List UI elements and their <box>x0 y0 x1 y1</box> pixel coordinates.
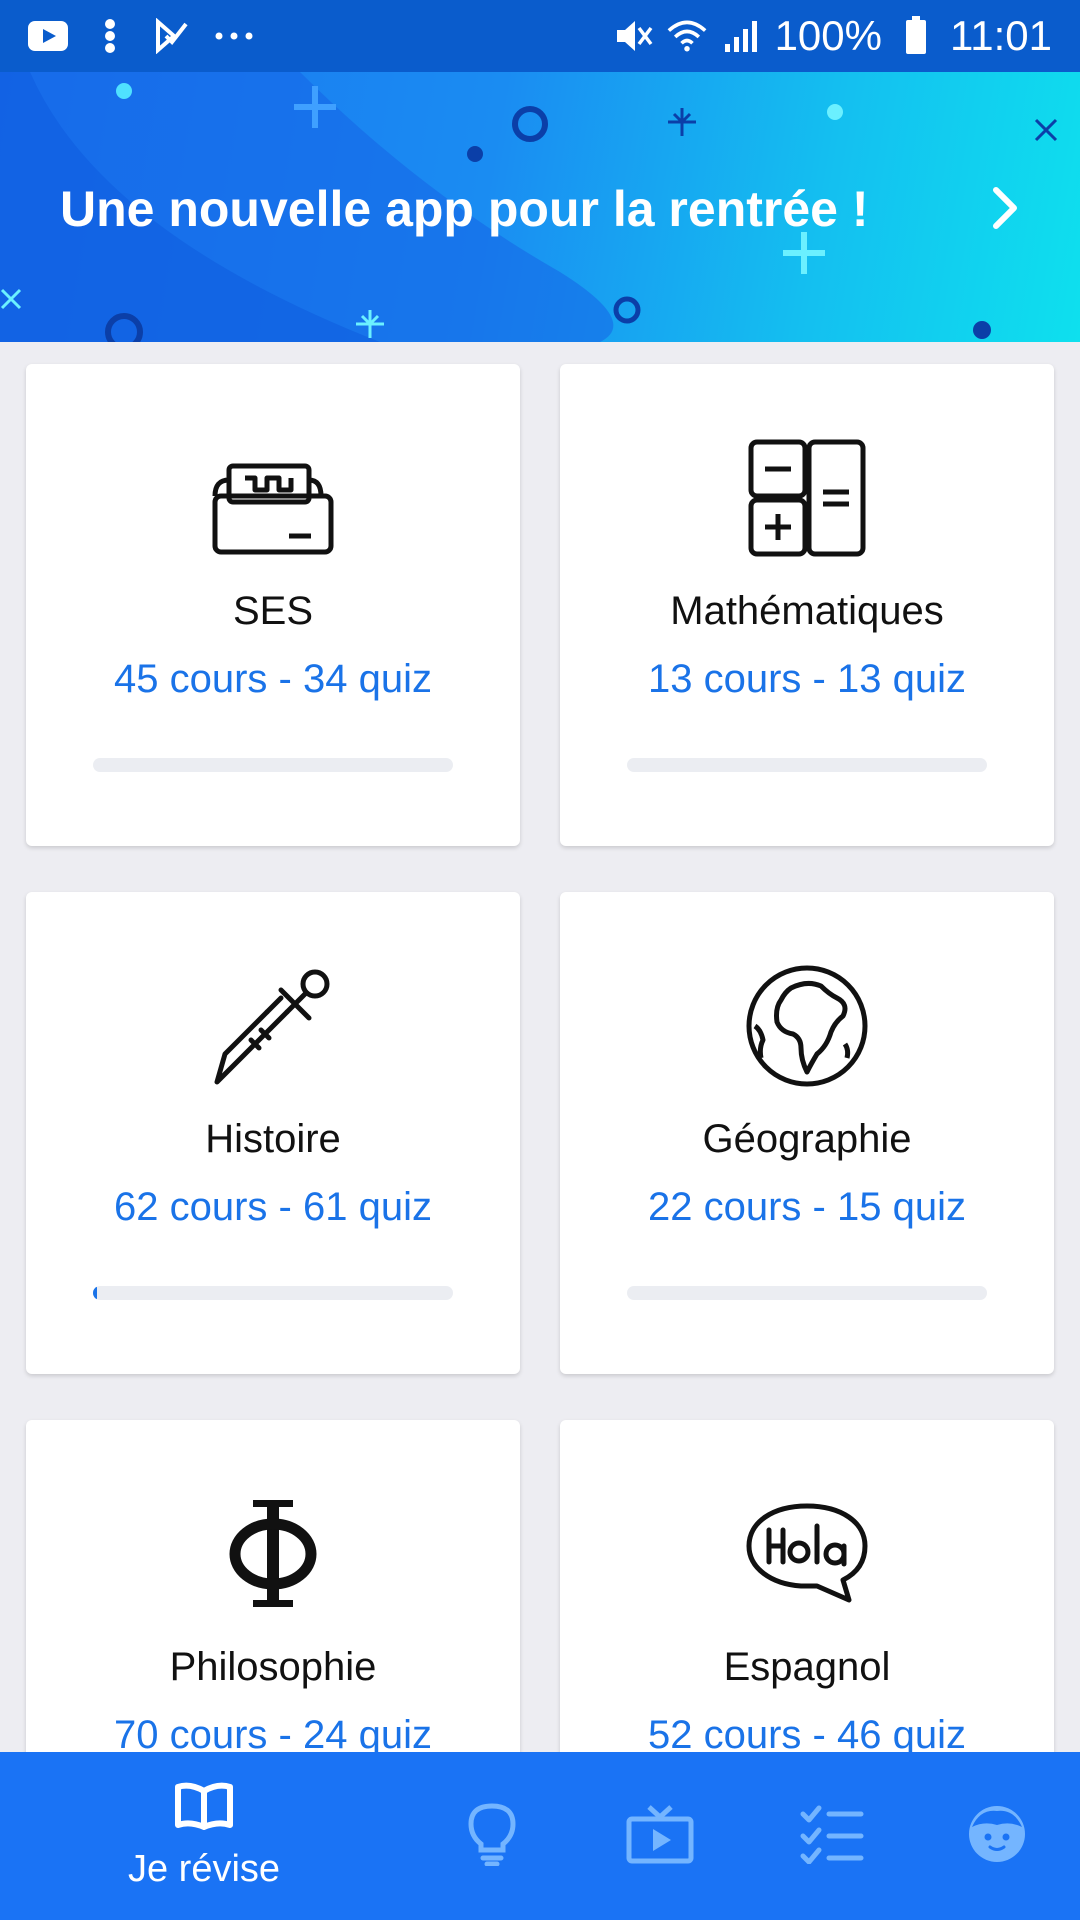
nav-item-profile[interactable] <box>950 1752 1044 1920</box>
battery-icon <box>896 16 936 56</box>
video-icon <box>625 1803 695 1870</box>
youtube-icon <box>28 16 68 56</box>
subject-stats: 62 cours - 61 quiz <box>114 1185 432 1229</box>
task-check-icon <box>152 16 192 56</box>
phi-icon <box>211 1492 335 1616</box>
signal-icon <box>721 16 761 56</box>
promo-banner[interactable]: Une nouvelle app pour la rentrée ! <box>0 72 1080 342</box>
profile-face-icon <box>966 1803 1028 1870</box>
nav-item-lightbulb[interactable] <box>440 1752 544 1920</box>
hola-bubble-icon <box>745 1492 869 1616</box>
nav-label: Je révise <box>127 1848 281 1890</box>
cash-register-icon <box>211 436 335 560</box>
subject-title: Mathématiques <box>670 589 944 633</box>
subject-stats: 45 cours - 34 quiz <box>114 657 432 701</box>
subject-title: Espagnol <box>723 1645 891 1689</box>
progress-bar <box>93 1286 453 1300</box>
nav-item-je-revise[interactable]: Je révise <box>88 1752 320 1920</box>
battery-percent: 100% <box>774 12 882 59</box>
book-icon <box>174 1781 234 1836</box>
notification-dots-icon <box>90 16 130 56</box>
calculator-icon <box>745 436 869 560</box>
subject-card-ses[interactable]: SES 45 cours - 34 quiz <box>26 364 520 846</box>
progress-bar <box>627 1286 987 1300</box>
clock: 11:01 <box>950 12 1052 59</box>
subject-stats: 22 cours - 15 quiz <box>648 1185 966 1229</box>
progress-bar <box>627 758 987 772</box>
banner-title: Une nouvelle app pour la rentrée ! <box>60 181 869 237</box>
chevron-right-icon[interactable] <box>980 182 1032 234</box>
lightbulb-icon <box>467 1802 517 1871</box>
nav-item-quiz[interactable] <box>784 1752 880 1920</box>
nav-item-video[interactable] <box>612 1752 708 1920</box>
subject-card-histoire[interactable]: Histoire 62 cours - 61 quiz <box>26 892 520 1374</box>
subject-title: Géographie <box>702 1117 912 1161</box>
bottom-navigation: Je révise <box>0 1752 1080 1920</box>
wifi-icon <box>667 16 707 56</box>
subject-card-geographie[interactable]: Géographie 22 cours - 15 quiz <box>560 892 1054 1374</box>
subject-title: SES <box>232 589 314 633</box>
status-bar: 100% 11:01 <box>0 0 1080 72</box>
progress-bar <box>93 758 453 772</box>
subject-title: Histoire <box>205 1117 341 1161</box>
progress-fill <box>93 1286 97 1300</box>
subject-title: Philosophie <box>169 1645 377 1689</box>
checklist-icon <box>799 1804 865 1869</box>
subject-stats: 13 cours - 13 quiz <box>648 657 966 701</box>
subject-card-mathematiques[interactable]: Mathématiques 13 cours - 13 quiz <box>560 364 1054 846</box>
more-icon <box>214 16 254 56</box>
mute-icon <box>613 16 653 56</box>
globe-icon <box>745 964 869 1088</box>
sword-icon <box>211 964 335 1088</box>
